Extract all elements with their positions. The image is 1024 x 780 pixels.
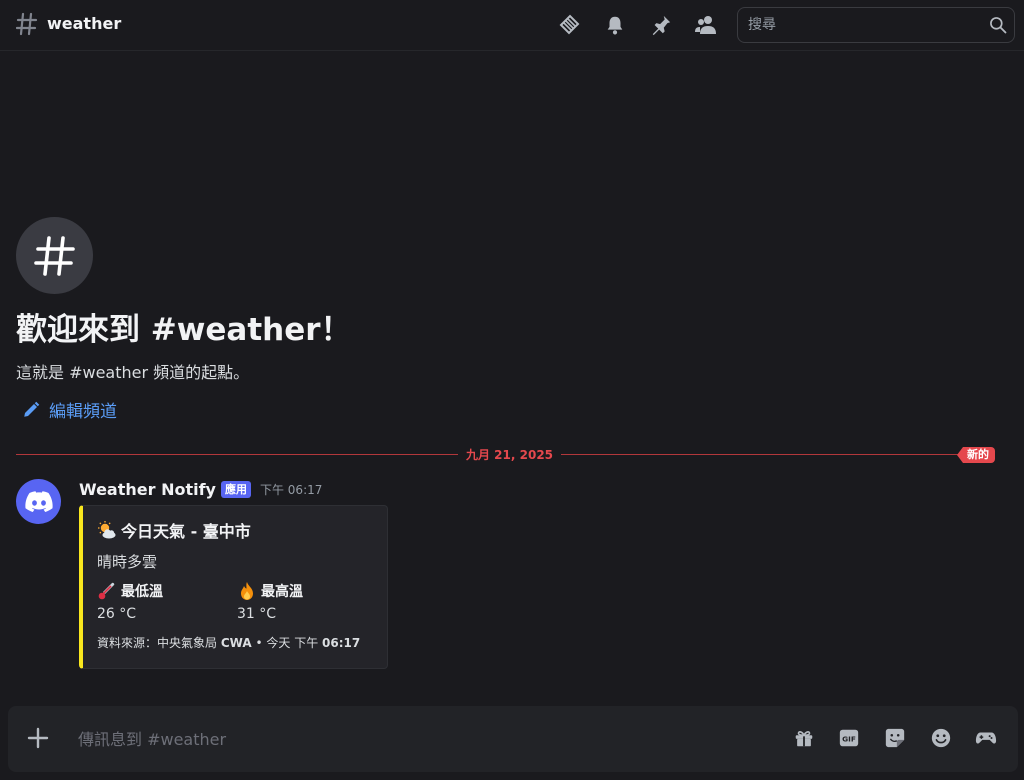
embed-description: 晴時多雲 (97, 553, 158, 571)
message-timestamp[interactable]: 下午 06:17 (260, 481, 322, 498)
embed-title-text: 今日天氣 - 臺中市 (121, 522, 251, 541)
embed-footer: 資料來源：中央氣象局 CWA • 今天 下午 06:17 (97, 634, 360, 651)
sun-behind-cloud-icon (98, 521, 116, 539)
footer-time-prefix: 今天 下午 (266, 636, 319, 650)
pin-icon[interactable] (648, 12, 674, 38)
new-badge: 新的 (957, 447, 995, 463)
gift-icon[interactable] (792, 726, 816, 750)
search-icon[interactable] (988, 15, 1008, 35)
activities-icon[interactable] (974, 726, 998, 750)
members-icon[interactable] (693, 12, 719, 38)
channel-hash-icon (16, 12, 38, 36)
message-author[interactable]: Weather Notify (79, 480, 216, 499)
plus-icon[interactable] (26, 726, 50, 750)
sticker-icon[interactable] (883, 726, 907, 750)
hash-icon (33, 235, 75, 276)
search-input[interactable] (748, 15, 978, 35)
field-max-temp-value: 31 °C (237, 606, 277, 622)
bell-icon[interactable] (602, 12, 628, 38)
embed-title: 今日天氣 - 臺中市 (97, 518, 251, 542)
footer-time: 06:17 (322, 636, 361, 650)
message-input[interactable] (78, 728, 758, 750)
field-min-temp-name: 最低溫 (121, 584, 163, 600)
welcome-subtitle: 這就是 #weather 頻道的起點。 (16, 363, 250, 382)
edit-channel-link[interactable]: 編輯頻道 (22, 397, 117, 422)
footer-separator: • (255, 636, 263, 650)
avatar[interactable] (16, 479, 61, 524)
discord-logo-icon (24, 490, 53, 512)
channel-name: weather (47, 14, 122, 33)
gif-icon[interactable]: GIF (837, 726, 861, 750)
channel-header: weather (0, 0, 1024, 51)
footer-cwa: CWA (220, 636, 252, 650)
welcome-title: 歡迎來到 #weather！ (16, 312, 352, 348)
pencil-icon (24, 401, 40, 417)
fire-icon (241, 582, 253, 600)
threads-icon[interactable] (556, 12, 582, 38)
app-badge: 應用 (220, 481, 251, 498)
emoji-icon[interactable] (929, 726, 953, 750)
thermometer-icon (98, 582, 115, 600)
field-min-temp-value: 26 °C (97, 606, 137, 622)
discord-channel-view: weather 搜尋 歡迎來到 #weather！ 這就是 #weather 頻… (0, 0, 1024, 780)
footer-source: 資料來源：中央氣象局 (97, 636, 218, 650)
svg-text:GIF: GIF (842, 735, 856, 744)
weather-embed: 今日天氣 - 臺中市 晴時多雲 最低溫 26 °C 最高溫 31 °C 資料來源… (79, 505, 388, 669)
message-composer: GIF (8, 706, 1018, 772)
field-max-temp-name: 最高溫 (261, 584, 303, 600)
divider-date: 九月 21, 2025 (458, 446, 562, 463)
field-max-temp: 最高溫 31 °C (237, 581, 303, 622)
search-box[interactable] (737, 7, 1015, 43)
channel-welcome-icon (16, 217, 93, 294)
edit-channel-label: 編輯頻道 (49, 402, 117, 422)
message-header: Weather Notify 應用 下午 06:17 (79, 480, 322, 499)
field-min-temp: 最低溫 26 °C (97, 581, 163, 622)
